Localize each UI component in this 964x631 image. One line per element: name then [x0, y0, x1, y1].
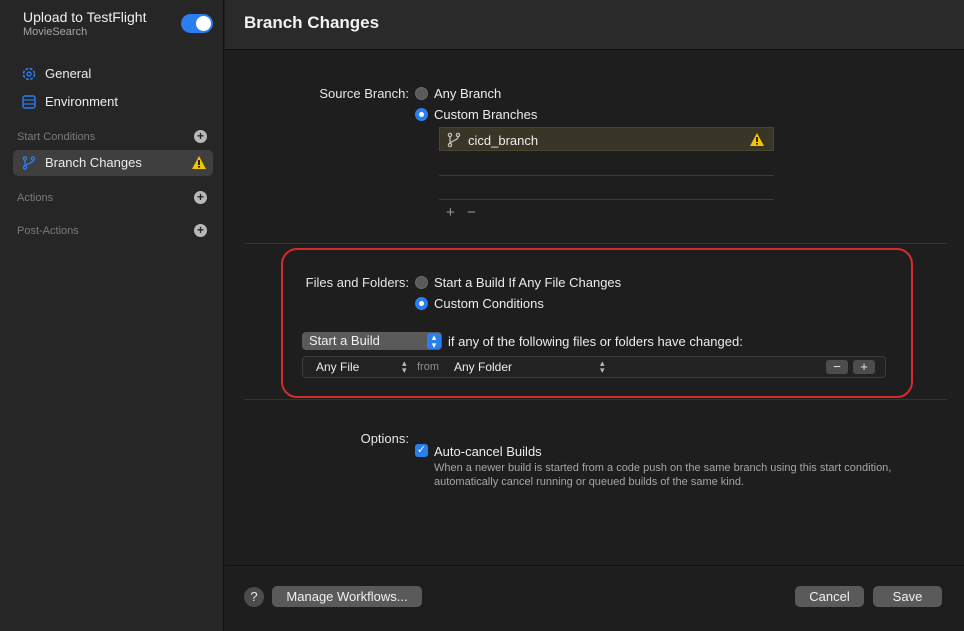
any-file-changes-label: Start a Build If Any File Changes: [434, 275, 622, 290]
sidebar-item-label: Branch Changes: [45, 155, 142, 170]
sidebar-item-environment[interactable]: Environment: [13, 89, 213, 115]
warning-icon: [191, 155, 207, 173]
main-header: Branch Changes: [225, 0, 964, 50]
add-action-icon[interactable]: +: [194, 191, 207, 204]
save-button[interactable]: Save: [873, 586, 942, 607]
page-title: Branch Changes: [244, 13, 380, 32]
file-rule-row: Any File ▴ ▾ from Any Folder ▴ ▾ − +: [302, 356, 886, 378]
files-and-folders-label: Files and Folders:: [305, 275, 409, 290]
build-action-popup[interactable]: Start a Build ▴ ▾: [302, 332, 442, 350]
add-branch-button[interactable]: +: [446, 204, 455, 221]
sidebar-item-label: General: [45, 66, 92, 81]
any-file-changes-radio[interactable]: [415, 276, 428, 289]
manage-workflows-button[interactable]: Manage Workflows...: [272, 586, 422, 607]
custom-conditions-radio[interactable]: [415, 297, 428, 310]
list-separator: [439, 199, 774, 200]
add-start-condition-icon[interactable]: +: [194, 130, 207, 143]
custom-branches-label: Custom Branches: [434, 107, 538, 122]
main-panel: Branch Changes Source Branch: Any Branch…: [225, 0, 964, 631]
add-rule-button[interactable]: +: [853, 360, 875, 374]
post-actions-section-label: Post-Actions: [17, 225, 79, 237]
start-conditions-section-label: Start Conditions: [17, 131, 96, 143]
help-button[interactable]: ?: [244, 587, 264, 607]
remove-branch-button[interactable]: −: [467, 204, 476, 221]
actions-section-label: Actions: [17, 192, 54, 204]
any-branch-radio[interactable]: [415, 87, 428, 100]
gear-icon: [21, 66, 37, 82]
auto-cancel-checkbox[interactable]: ✓: [415, 444, 428, 457]
footer: ? Manage Workflows... Cancel Save: [225, 565, 964, 631]
branch-icon: [447, 132, 461, 151]
from-label: from: [417, 361, 439, 373]
auto-cancel-description: When a newer build is started from a cod…: [434, 462, 892, 488]
warning-icon: [749, 132, 765, 150]
custom-branches-radio[interactable]: [415, 108, 428, 121]
options-label: Options:: [360, 431, 409, 446]
condition-text: if any of the following files or folders…: [448, 334, 743, 349]
any-branch-label: Any Branch: [434, 86, 502, 101]
workflow-title: Upload to TestFlight: [23, 9, 147, 25]
file-select[interactable]: Any File: [316, 360, 359, 374]
custom-conditions-label: Custom Conditions: [434, 296, 544, 311]
popup-value: Start a Build: [309, 333, 380, 348]
cancel-button[interactable]: Cancel: [795, 586, 864, 607]
sidebar-item-branch-changes[interactable]: Branch Changes: [13, 150, 213, 176]
workflow-subtitle: MovieSearch: [23, 26, 88, 38]
auto-cancel-label: Auto-cancel Builds: [434, 444, 542, 459]
source-branch-label: Source Branch:: [319, 86, 409, 101]
sidebar: Upload to TestFlight MovieSearch General…: [0, 0, 224, 631]
section-divider: [244, 399, 947, 400]
workflow-enabled-toggle[interactable]: [181, 14, 213, 33]
section-divider: [244, 243, 947, 244]
branch-icon: [21, 155, 37, 171]
sidebar-item-general[interactable]: General: [13, 61, 213, 87]
chevron-updown-icon: ▴ ▾: [600, 358, 605, 375]
toggle-knob: [196, 16, 211, 31]
folder-select[interactable]: Any Folder: [454, 360, 512, 374]
chevron-updown-icon: ▴ ▾: [402, 358, 407, 375]
database-icon: [21, 94, 37, 110]
chevron-updown-icon: ▴ ▾: [427, 333, 441, 350]
sidebar-item-label: Environment: [45, 94, 118, 109]
branch-name: cicd_branch: [468, 133, 539, 148]
list-separator: [439, 175, 774, 176]
add-post-action-icon[interactable]: +: [194, 224, 207, 237]
remove-rule-button[interactable]: −: [826, 360, 848, 374]
branch-row[interactable]: cicd_branch: [439, 127, 774, 151]
